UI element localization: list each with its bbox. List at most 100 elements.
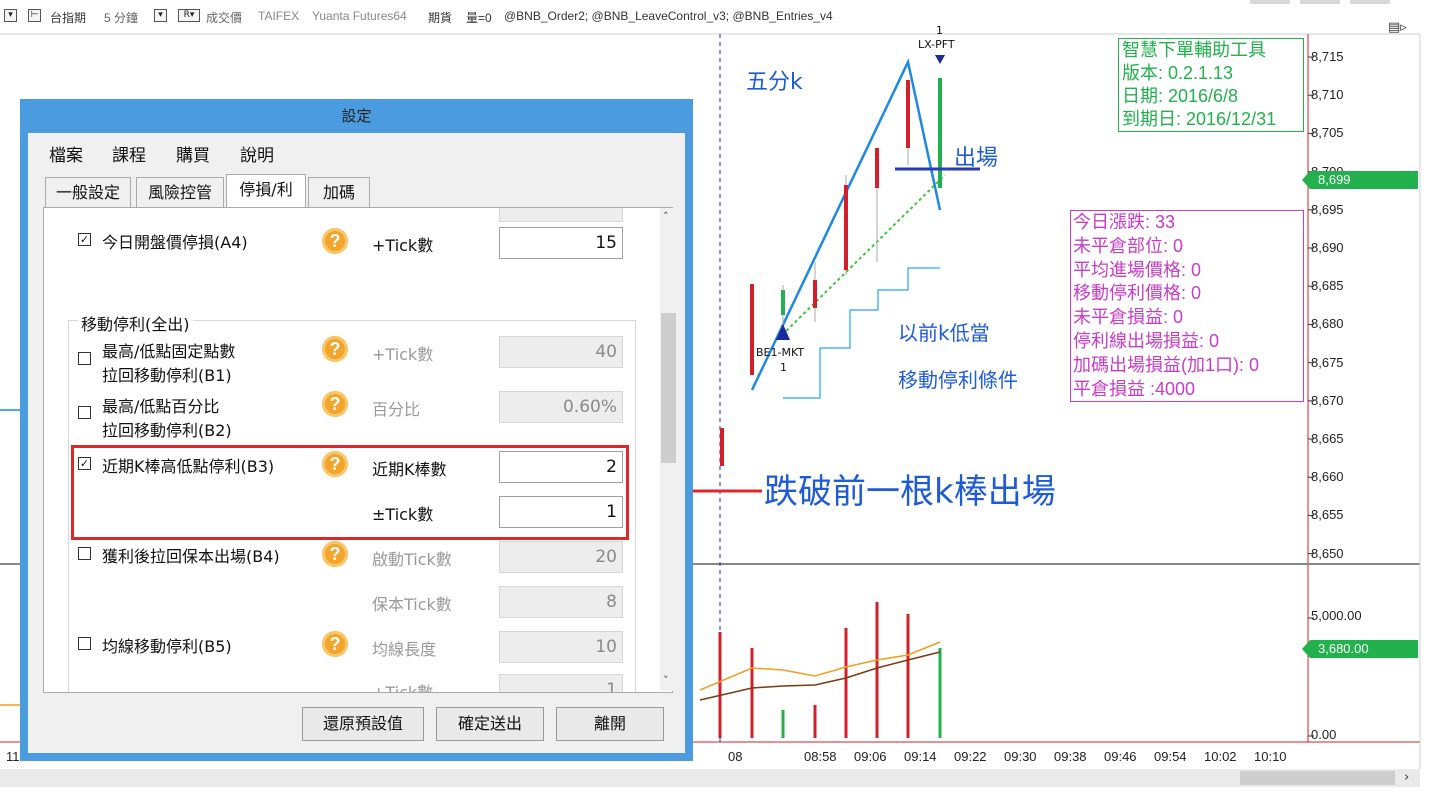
trailing-group-title: 移動停利(全出): [78, 311, 193, 335]
menu-course[interactable]: 課程: [112, 141, 146, 166]
price-tick-label: 8,695: [1311, 201, 1344, 217]
volume-badge: 3,680.00: [1302, 640, 1418, 658]
b5-ma-length-label: 均線長度: [372, 640, 437, 659]
price-tick-label: 8,710: [1311, 87, 1344, 103]
a4-label: 今日開盤價停損(A4): [102, 233, 248, 252]
b4-label: 獲利後拉回保本出場(B4): [102, 547, 280, 566]
tab-risk-control[interactable]: 風險控管: [136, 177, 224, 207]
tab-stop-loss-profit[interactable]: 停損/利: [226, 174, 306, 208]
scroll-up-icon[interactable]: ˄: [663, 210, 669, 223]
volume-ma-slow: [699, 651, 941, 701]
stat-line: 平均進場價格: 0: [1073, 259, 1202, 280]
time-tick-label: 11: [6, 749, 20, 764]
submit-button[interactable]: 確定送出: [436, 707, 544, 741]
scroll-down-icon[interactable]: ˅: [663, 674, 669, 687]
time-tick-label: 09:22: [954, 749, 987, 764]
tool-expiry: 到期日: 2016/12/31: [1122, 109, 1277, 129]
price-tick-label: 8,675: [1311, 354, 1344, 370]
b3-highlight-box: [71, 445, 629, 540]
time-tick-label: 09:38: [1054, 749, 1087, 764]
trailing-stop-note: 移動停利條件: [898, 368, 1018, 392]
panel-scrollbar[interactable]: ˄ ˅: [660, 208, 677, 691]
b2-param-label: 百分比: [372, 400, 421, 419]
b1-label-1: 最高/低點固定點數: [102, 342, 236, 361]
leave-button[interactable]: 離開: [556, 707, 664, 741]
break-prev-k-note: 跌破前一根k棒出場: [764, 472, 1056, 512]
dialog-title: 設定: [341, 107, 372, 125]
menu-purchase[interactable]: 購買: [176, 141, 210, 166]
price-tick-label: 8,660: [1311, 469, 1344, 485]
reset-defaults-button[interactable]: 還原預設值: [302, 707, 424, 741]
price-tick-label: 8,655: [1311, 507, 1344, 523]
price-tick-label: 8,685: [1311, 278, 1344, 294]
exit-signal-count: 1: [936, 24, 943, 37]
settings-dialog: 設定 檔案 課程 購買 說明 一般設定 風險控管 停損/利 加碼 ✓ 今日開盤價…: [20, 99, 693, 761]
volume-ma-fast: [699, 641, 941, 691]
b2-label-1: 最高/低點百分比: [102, 397, 220, 416]
tool-version: 版本: 0.2.1.13: [1122, 63, 1234, 83]
b5-tick-label: +Tick數: [372, 683, 434, 693]
scroll-right-icon[interactable]: ›: [1404, 770, 1409, 785]
help-icon[interactable]: ?: [322, 541, 348, 567]
time-tick-label: 10:10: [1254, 749, 1287, 764]
volume-bars: [718, 602, 942, 738]
horizontal-scrollbar: [0, 769, 1420, 787]
help-icon[interactable]: ?: [322, 391, 348, 417]
entry-signal-count: 1: [780, 361, 787, 374]
time-tick-label: 08:58: [804, 749, 837, 764]
help-icon[interactable]: ?: [322, 631, 348, 657]
menu-help[interactable]: 說明: [240, 141, 274, 166]
exit-note: 出場: [954, 146, 999, 171]
price-tick-label: 8,670: [1311, 392, 1344, 408]
exit-signal-label: LX-PFT: [918, 38, 955, 51]
time-tick-label: 09:46: [1104, 749, 1137, 764]
time-tick-label: 09:06: [854, 749, 887, 764]
b1-label-2: 拉回移動停利(B1): [102, 366, 232, 385]
stat-line: 移動停利價格: 0: [1073, 283, 1202, 304]
prev-k-low-note: 以前k低當: [898, 321, 990, 345]
stop-settings-panel: ✓ 今日開盤價停損(A4) ? +Tick數 15 移動停利(全出) 最高/低點…: [43, 207, 673, 693]
price-tick-label: 8,650: [1311, 545, 1344, 561]
price-badge: 8,699: [1302, 171, 1418, 189]
volume-tick-label: 0.00: [1311, 727, 1337, 742]
time-tick-label: 09:54: [1154, 749, 1187, 764]
price-tick-label: 8,680: [1311, 316, 1344, 332]
entry-signal-label: BE1-MKT: [756, 346, 805, 359]
time-tick-label: 10:02: [1204, 749, 1237, 764]
b4-start-input[interactable]: 20: [499, 541, 623, 573]
b1-tick-input[interactable]: 40: [499, 336, 623, 368]
help-icon[interactable]: ?: [322, 228, 348, 254]
b2-label-2: 拉回移動停利(B2): [102, 421, 232, 440]
time-tick-label: 09:14: [904, 749, 937, 764]
tool-name: 智慧下單輔助工具: [1122, 40, 1266, 60]
price-tick-label: 8,705: [1311, 125, 1344, 141]
time-tick-label: 09:30: [1004, 749, 1037, 764]
b2-percent-input[interactable]: 0.60%: [499, 391, 623, 423]
dialog-body: 檔案 課程 購買 說明 一般設定 風險控管 停損/利 加碼 ✓ 今日開盤價停損(…: [28, 133, 685, 753]
stat-line: 停利線出場損益: 0: [1073, 330, 1220, 351]
entry-arrow-icon: [776, 324, 790, 340]
a4-checkbox[interactable]: ✓: [78, 233, 91, 246]
b5-tick-input[interactable]: 1: [499, 674, 623, 692]
price-tick-label: 8,665: [1311, 431, 1344, 446]
stat-line: 未平倉部位: 0: [1073, 235, 1184, 256]
b2-checkbox[interactable]: [78, 406, 91, 419]
scrollbar-thumb[interactable]: [661, 313, 676, 463]
tool-date: 日期: 2016/6/8: [1122, 86, 1239, 106]
a4-param-label: +Tick數: [372, 236, 434, 255]
stat-line: 今日漲跌: 33: [1073, 212, 1176, 232]
b4-checkbox[interactable]: [78, 547, 91, 560]
b1-checkbox[interactable]: [78, 352, 91, 365]
exit-arrow-icon: [935, 55, 945, 64]
help-icon[interactable]: ?: [322, 336, 348, 362]
b5-checkbox[interactable]: [78, 637, 91, 650]
tab-add-position[interactable]: 加碼: [308, 177, 370, 207]
b4-start-label: 啟動Tick數: [372, 550, 452, 569]
volume-tick-label: 5,000.00: [1311, 608, 1362, 623]
menu-file[interactable]: 檔案: [49, 141, 83, 166]
b4-breakeven-input[interactable]: 8: [499, 586, 623, 618]
b5-ma-length-input[interactable]: 10: [499, 631, 623, 663]
tab-general[interactable]: 一般設定: [45, 177, 131, 207]
scrollbar-thumb: [1240, 771, 1395, 785]
a4-tick-input[interactable]: 15: [499, 227, 623, 259]
